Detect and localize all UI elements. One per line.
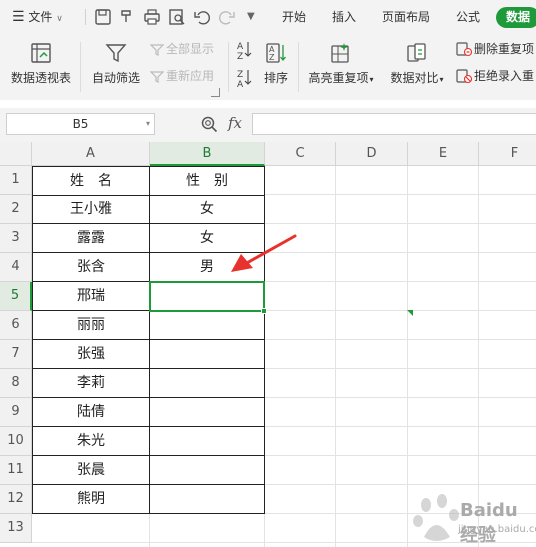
remove-duplicates-icon [456,42,473,57]
watermark-subtext: jingyan.baidu.com [458,524,536,535]
ribbon: 数据透视表 自动筛选 全部显示 重新应用 A Z Z A A Z 排序 高亮重复… [0,34,536,100]
data-compare-icon [407,43,426,62]
print-preview-icon[interactable] [168,8,186,26]
show-all-label: 全部显示 [166,42,215,56]
pivot-table-button[interactable]: 数据透视表 [8,42,74,86]
menu-bar: ☰ 文件 ∨ ▼ 开始 插入 页面布局 公式 数据 [0,0,536,34]
divider [228,42,229,92]
tab-page-layout[interactable]: 页面布局 [382,0,430,34]
divider [85,9,86,25]
reject-duplicates-label: 拒绝录入重 [474,69,535,83]
undo-icon[interactable] [193,8,211,26]
svg-text:Z: Z [269,53,275,62]
svg-text:A: A [237,42,244,52]
divider [298,42,299,92]
highlight-duplicates-button[interactable]: 高亮重复项▾ [305,42,377,86]
sort-icon: A Z [266,43,286,63]
dialog-launcher-icon[interactable] [211,88,220,97]
filter-icon [105,44,127,63]
sort-descending-icon: Z A [237,70,252,90]
reapply-label: 重新应用 [166,69,215,83]
cell-marker-icon [407,310,413,316]
reject-duplicates-button[interactable]: 拒绝录入重 [456,66,534,86]
highlight-duplicates-label: 高亮重复项 [308,71,369,85]
caret-icon: ▾ [439,75,444,84]
autofilter-label: 自动筛选 [91,71,140,85]
reapply-button[interactable]: 重新应用 [149,66,215,86]
highlight-duplicates-icon [331,43,349,63]
sort-button[interactable]: A Z 排序 [261,42,291,86]
file-menu-label: 文件 [28,10,53,24]
format-painter-icon[interactable] [118,8,136,26]
sort-ascending-button[interactable]: A Z [236,40,254,62]
pivot-table-icon [31,43,51,63]
tab-data[interactable]: 数据 [496,7,536,28]
tab-insert[interactable]: 插入 [332,0,356,34]
data-compare-label: 数据对比 [390,71,439,85]
name-box[interactable]: B5 ▾ [6,113,155,135]
autofilter-button[interactable]: 自动筛选 [90,42,142,86]
reject-duplicates-icon [456,69,473,84]
file-menu[interactable]: ☰ 文件 ∨ [12,0,63,34]
remove-duplicates-button[interactable]: 删除重复项 [456,39,534,59]
gridlines [32,166,536,547]
sort-label: 排序 [263,71,288,85]
svg-text:A: A [237,80,244,88]
formula-bar: B5 ▾ fx [0,108,536,142]
chevron-down-icon: ∨ [56,14,63,24]
fx-icon[interactable]: fx [228,114,242,132]
svg-text:Z: Z [237,70,243,80]
spreadsheet-grid: A B C D E F 1 2 3 4 5 6 7 8 9 10 11 12 1… [0,142,536,547]
tab-home[interactable]: 开始 [282,0,306,34]
formula-input[interactable] [252,113,536,135]
divider [80,42,81,92]
svg-text:Z: Z [237,52,243,60]
fill-handle[interactable] [261,308,267,314]
caret-icon: ▾ [369,75,374,84]
print-icon[interactable] [143,8,161,26]
data-compare-button[interactable]: 数据对比▾ [386,42,448,86]
chevron-down-icon[interactable]: ▾ [146,114,150,134]
tab-formulas[interactable]: 公式 [456,0,480,34]
remove-duplicates-label: 删除重复项 [474,42,535,56]
sort-ascending-icon: A Z [237,42,252,62]
pivot-table-label: 数据透视表 [10,71,71,85]
customize-toolbar-icon[interactable]: ▼ [247,0,255,34]
hamburger-icon: ☰ [12,9,25,25]
show-all-button[interactable]: 全部显示 [149,39,215,59]
sort-descending-button[interactable]: Z A [236,68,254,90]
filter-reapply-icon [149,71,165,83]
name-box-value: B5 [72,117,89,131]
zoom-icon[interactable] [200,115,218,133]
annotation-arrow-icon [231,234,297,272]
redo-icon[interactable] [218,8,236,26]
save-icon[interactable] [94,8,112,26]
filter-clear-icon [149,44,165,56]
